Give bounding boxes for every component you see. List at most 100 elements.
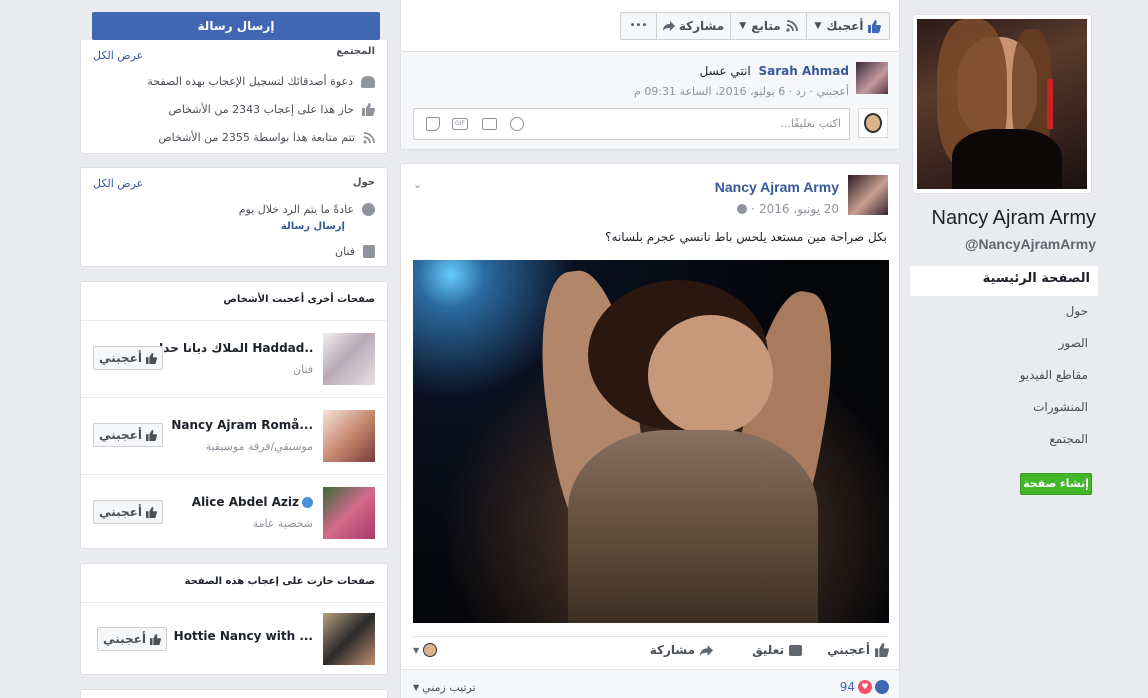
- post-author[interactable]: Nancy Ajram Army: [715, 179, 839, 195]
- thumbs-up-icon: [145, 429, 157, 441]
- list-item: Hottie Nancy with ... أعجبني: [81, 602, 387, 676]
- post-like-button[interactable]: أعجبني: [827, 643, 889, 657]
- about-see-all[interactable]: عرض الكل: [93, 177, 143, 190]
- community-see-all[interactable]: عرض الكل: [93, 49, 143, 62]
- like-label: أعجبني: [103, 632, 146, 646]
- post-date[interactable]: 20 يونيو، 2016: [759, 202, 839, 216]
- comment-input[interactable]: اكتب تعليقًا...: [780, 117, 841, 130]
- invite-friends-icon: [361, 75, 375, 88]
- related-page-name[interactable]: Alice Abdel Aziz: [192, 495, 299, 509]
- caret-down-icon: ▼: [413, 645, 420, 655]
- post-text: بكل صراحة مين مستعد يلحس باط نانسي عجرم …: [605, 230, 887, 244]
- response-time-row: عادةً ما يتم الرد خلال يوم: [239, 203, 375, 216]
- like-page-button[interactable]: أعجبني: [93, 500, 163, 524]
- post-options-chevron-icon[interactable]: ⌄: [413, 178, 422, 191]
- comment-input-box[interactable]: اكتب تعليقًا... GIF: [413, 108, 850, 140]
- sticker-icon[interactable]: [426, 117, 440, 131]
- post-meta: 20 يونيو، 2016 ·: [737, 202, 839, 216]
- caret-down-icon: ▼: [413, 683, 420, 692]
- page-likes-row: حاز هذا على إعجاب 2343 من الأشخاص: [169, 103, 375, 116]
- thumbs-up-icon: [362, 103, 375, 116]
- follow-label: متابع: [751, 19, 781, 33]
- post-footer: 94 ♥ ▼ ترتيب زمني: [401, 669, 899, 698]
- post-actions: أعجبني تعليق مشاركة ▼: [413, 636, 889, 666]
- create-page-button[interactable]: إنشاء صفحة: [1020, 473, 1092, 495]
- send-message-button[interactable]: إرسال رسالة: [92, 12, 380, 40]
- globe-icon: [737, 204, 748, 214]
- post-photo[interactable]: [413, 260, 889, 623]
- love-reaction-icon: ♥: [858, 680, 872, 694]
- sort-comments-dropdown[interactable]: ▼ ترتيب زمني: [413, 681, 476, 694]
- thumbs-up-icon: [145, 352, 157, 364]
- avatar[interactable]: [856, 62, 888, 94]
- about-title: حول: [352, 177, 375, 188]
- page-nav: الصفحة الرئيسية حول الصور مقاطع الفيديو …: [910, 266, 1098, 456]
- about-send-message-link[interactable]: إرسال رسالة: [281, 221, 345, 232]
- smiley-icon[interactable]: [510, 117, 524, 131]
- liked-by-page-card: صفحات حازت على إعجاب هذه الصفحة Hottie N…: [80, 563, 388, 675]
- sort-label: ترتيب زمني: [422, 681, 476, 694]
- nav-item-home[interactable]: الصفحة الرئيسية: [910, 266, 1098, 296]
- caret-down-icon: ▼: [739, 21, 747, 31]
- nav-item-photos[interactable]: الصور: [910, 328, 1098, 360]
- nav-item-community[interactable]: المجتمع: [910, 424, 1098, 456]
- share-button[interactable]: مشاركة: [657, 13, 731, 39]
- comment-author[interactable]: Sarah Ahmad: [759, 64, 850, 78]
- verified-badge-icon: [302, 496, 313, 508]
- liked-button[interactable]: ▼ أعجبك: [807, 13, 889, 39]
- page-likes-text: حاز هذا على إعجاب 2343 من الأشخاص: [168, 103, 354, 116]
- caret-down-icon: ▼: [814, 21, 822, 31]
- share-arrow-icon: [662, 21, 675, 31]
- post-share-label: مشاركة: [649, 643, 695, 657]
- follow-button[interactable]: ▼ متابع: [731, 13, 807, 39]
- liked-by-page-title: صفحات حازت على إعجاب هذه الصفحة: [184, 576, 375, 587]
- related-page-name-row: Alice Abdel Aziz: [192, 495, 313, 509]
- camera-icon[interactable]: [482, 118, 497, 130]
- page-follows-text: تتم متابعة هذا بواسطة 2355 من الأشخاص: [158, 131, 355, 144]
- page-thumbnail[interactable]: [323, 333, 375, 385]
- response-time-text: عادةً ما يتم الرد خلال يوم: [238, 203, 354, 216]
- list-item: Alice Abdel Aziz شخصية عامة أعجبني: [81, 474, 387, 550]
- like-label: أعجبني: [99, 428, 142, 442]
- nav-item-about[interactable]: حول: [910, 296, 1098, 328]
- profile-picture[interactable]: [917, 19, 1087, 189]
- page-thumbnail[interactable]: [323, 487, 375, 539]
- share-label: مشاركة: [678, 19, 725, 33]
- post-card: Nancy Ajram Army 20 يونيو، 2016 · ⌄ بكل …: [400, 163, 900, 698]
- gif-icon[interactable]: GIF: [452, 118, 468, 130]
- liked-label: أعجبك: [826, 19, 864, 33]
- share-arrow-icon: [700, 644, 713, 656]
- comment-text: انتي عسل: [699, 64, 751, 78]
- thumbs-up-icon: [149, 633, 161, 645]
- more-button[interactable]: •••: [621, 13, 657, 39]
- comment-body: Sarah Ahmad انتي عسل: [551, 64, 849, 78]
- reactions-summary[interactable]: 94 ♥: [837, 680, 889, 694]
- action-bar: ••• مشاركة ▼ متابع ▼ أعجبك: [400, 0, 900, 52]
- reactions-count: 94: [839, 680, 855, 694]
- related-page-name[interactable]: Nancy Ajram Romå...: [171, 418, 313, 432]
- post-comment-button[interactable]: تعليق: [752, 643, 802, 657]
- liked-page-name[interactable]: Hottie Nancy with ...: [174, 629, 313, 643]
- post-share-button[interactable]: مشاركة: [650, 643, 713, 657]
- related-page-category: شخصية عامة: [252, 517, 313, 530]
- page-thumbnail[interactable]: [323, 410, 375, 462]
- list-item: الملاك ديانا حداد Haddad... فنان أعجبني: [81, 320, 387, 397]
- post-as-selector[interactable]: ▼: [413, 643, 438, 657]
- like-page-button[interactable]: أعجبني: [93, 423, 163, 447]
- avatar[interactable]: [848, 175, 888, 215]
- nav-item-posts[interactable]: المنشورات: [910, 392, 1098, 424]
- page-follows-row: تتم متابعة هذا بواسطة 2355 من الأشخاص: [158, 131, 375, 144]
- like-page-button[interactable]: أعجبني: [97, 627, 167, 651]
- community-card: المجتمع عرض الكل دعوة أصدقائك لتسجيل الإ…: [80, 40, 388, 154]
- related-pages-title: صفحات أخرى أعجبت الأشخاص: [223, 294, 375, 305]
- page-thumbnail[interactable]: [323, 613, 375, 665]
- nav-item-videos[interactable]: مقاطع الفيديو: [910, 360, 1098, 392]
- profile-picture-frame[interactable]: [912, 14, 1092, 194]
- about-card: حول عرض الكل عادةً ما يتم الرد خلال يوم …: [80, 167, 388, 267]
- like-page-button[interactable]: أعجبني: [93, 346, 163, 370]
- like-label: أعجبني: [99, 505, 142, 519]
- messenger-icon: [362, 203, 375, 216]
- related-page-name[interactable]: الملاك ديانا حداد Haddad...: [153, 341, 313, 355]
- invite-friends-text[interactable]: دعوة أصدقائك لتسجيل الإعجاب بهذه الصفحة: [147, 75, 353, 88]
- category-text[interactable]: فنان: [335, 245, 355, 258]
